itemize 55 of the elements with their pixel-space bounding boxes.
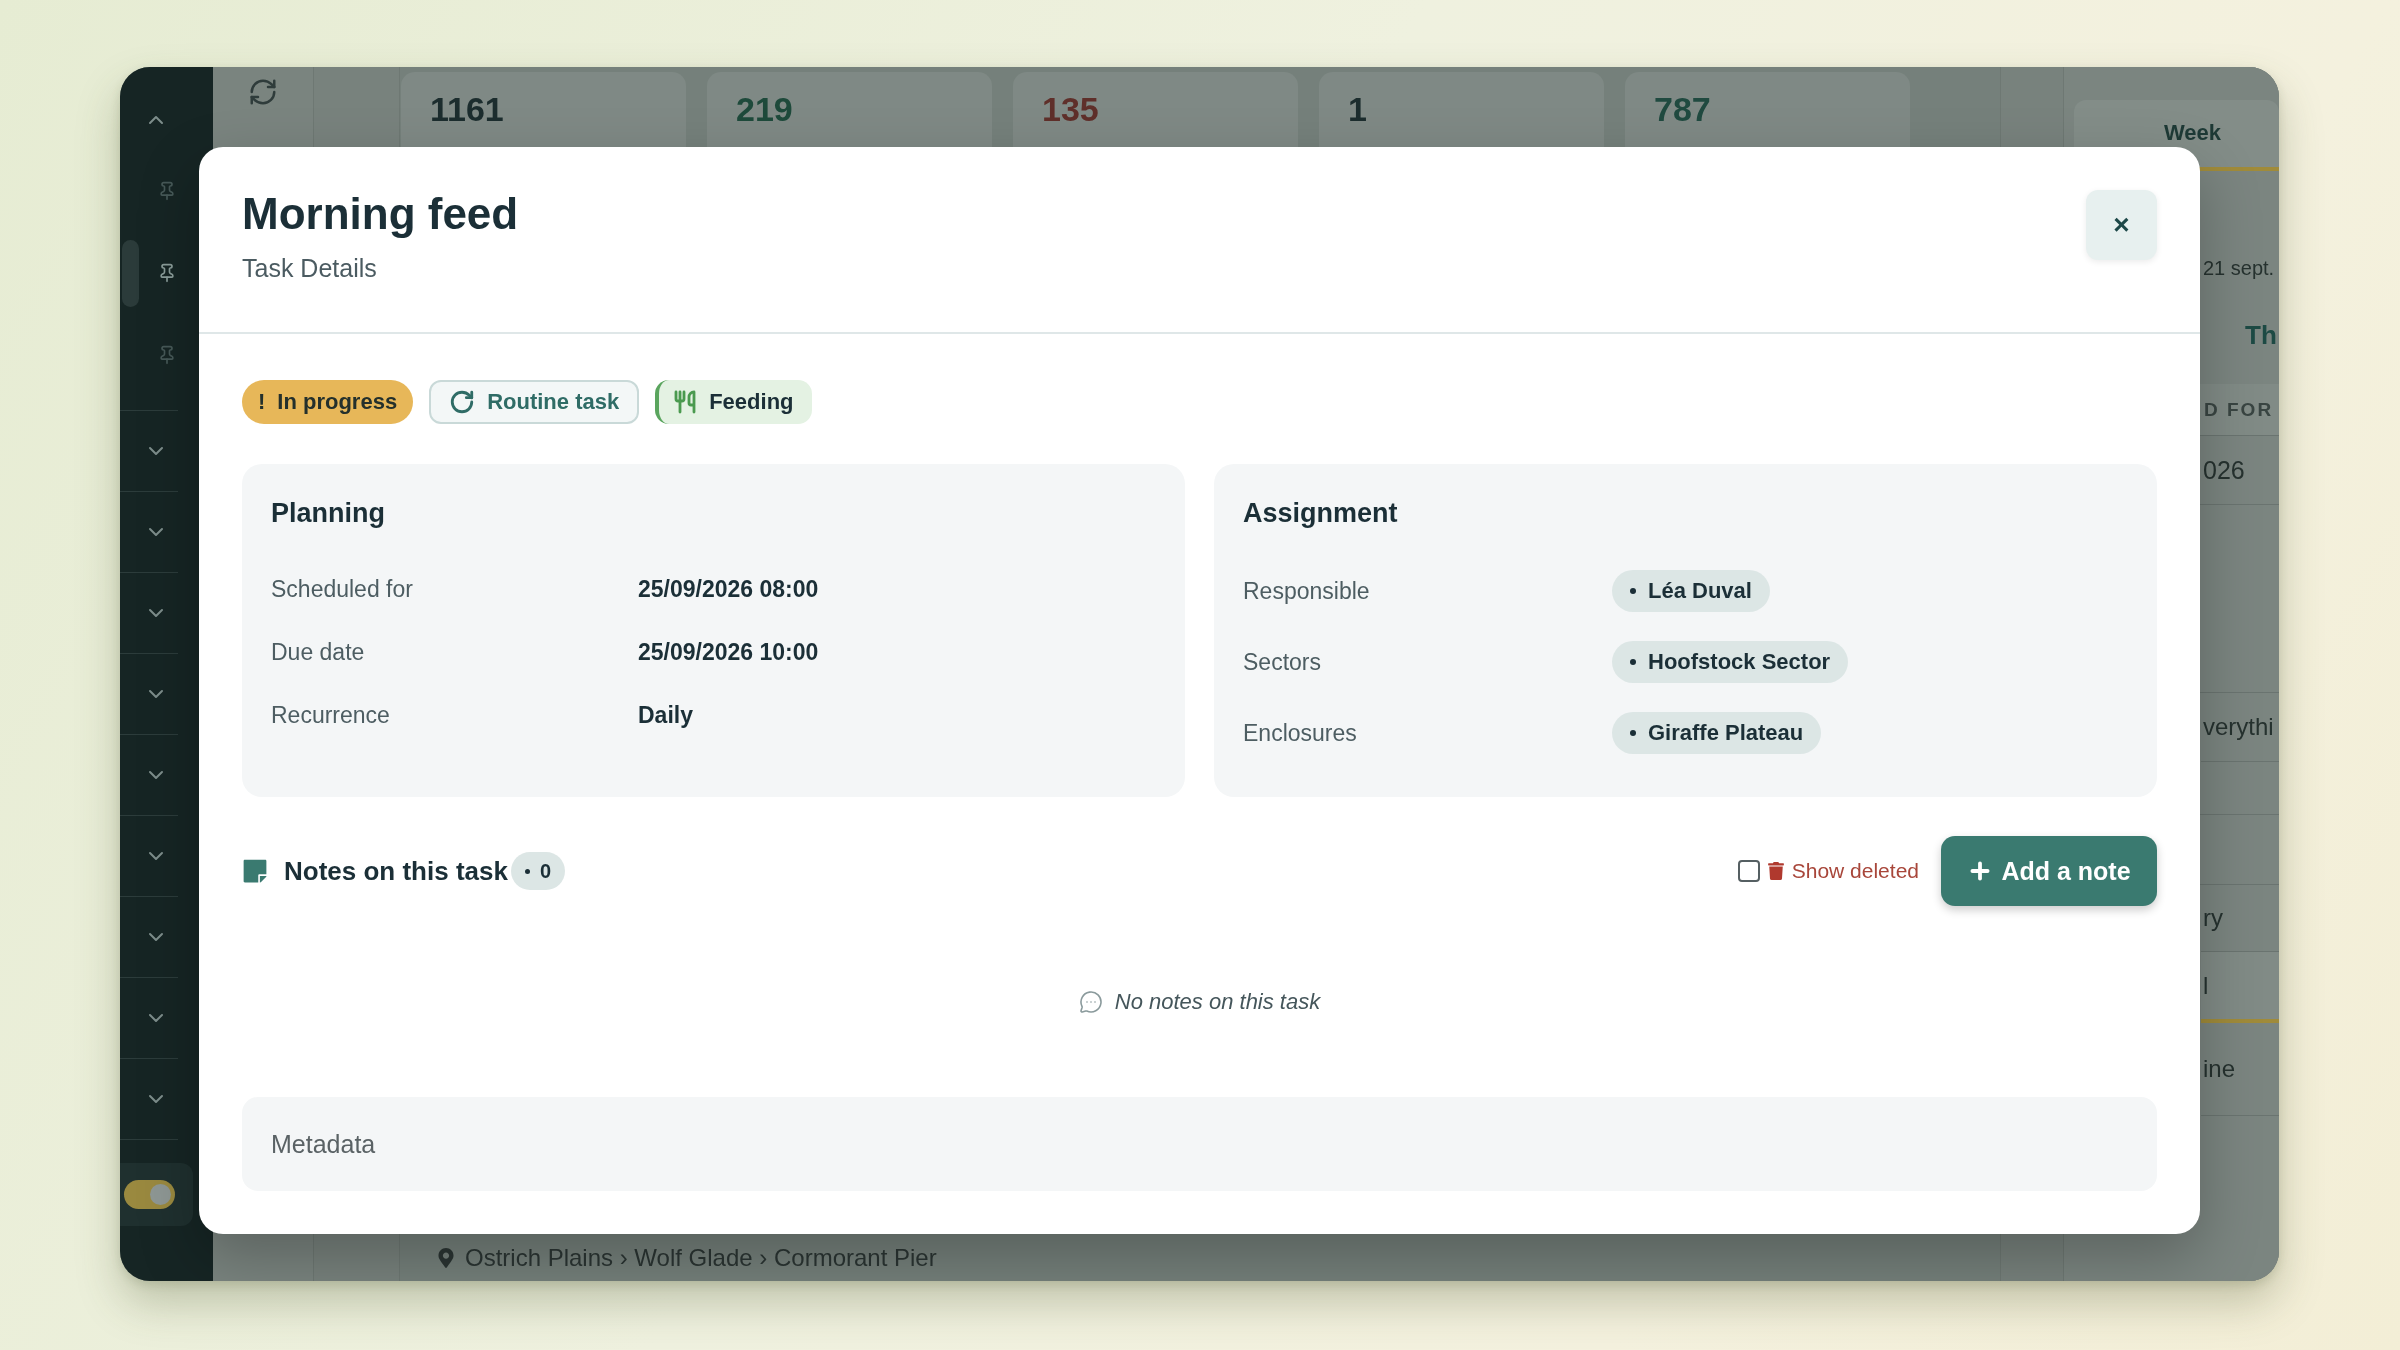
trash-icon: [1766, 862, 1785, 880]
pin-icon[interactable]: [157, 263, 177, 283]
show-deleted-checkbox[interactable]: [1737, 860, 1760, 882]
refresh-icon[interactable]: [248, 77, 278, 107]
badge-label: Routine task: [487, 389, 620, 415]
stat-value: 135: [1042, 89, 1100, 129]
field-label: Due date: [271, 638, 366, 666]
rotate-arrow-icon: [449, 389, 476, 415]
breadcrumb: Ostrich Plains › Wolf Glade › Cormorant Pier: [465, 1243, 937, 1272]
stat-value: 1: [1348, 89, 1368, 129]
tag-label: Giraffe Plateau: [1648, 720, 1804, 746]
close-button[interactable]: ×: [2086, 190, 2157, 260]
bullet-icon: [1630, 730, 1636, 736]
panel-heading: Th: [2245, 319, 2277, 351]
tag-label: Léa Duval: [1648, 578, 1752, 604]
filter-option[interactable]: ine: [2201, 1023, 2279, 1116]
filter-option[interactable]: verythi: [2201, 693, 2279, 762]
filter-option[interactable]: l: [2201, 952, 2279, 1023]
section-title: Notes on this task: [284, 855, 508, 887]
location-pin-icon: [436, 1247, 456, 1268]
selection-indicator: [122, 239, 139, 307]
chat-icon: [1078, 989, 1103, 1014]
note-icon: [242, 858, 268, 884]
field-label: Sectors: [1243, 648, 1322, 676]
badge-label: In progress: [277, 389, 398, 415]
add-note-button[interactable]: Add a note: [1941, 836, 2157, 906]
stat-value: 219: [736, 89, 794, 129]
table-cell: 026: [2203, 455, 2245, 485]
field-value: Daily: [638, 701, 694, 729]
field-label: Responsible: [1243, 577, 1371, 605]
stat-value: 1161: [430, 89, 505, 129]
bullet-icon: [1630, 588, 1636, 594]
bullet-icon: [1630, 659, 1636, 665]
status-mark: !: [258, 389, 266, 415]
dialog-title: Morning feed: [242, 188, 519, 240]
metadata-label: Metadata: [271, 1129, 376, 1159]
date-range: 21 sept.: [2203, 257, 2275, 280]
card-title: Assignment: [1243, 497, 1399, 530]
count-label: 0: [539, 859, 552, 883]
field-label: Enclosures: [1243, 719, 1358, 747]
dialog-subtitle: Task Details: [242, 253, 378, 283]
field-value: 25/09/2026 08:00: [638, 575, 820, 603]
field-label: Recurrence: [271, 701, 391, 729]
card-title: Planning: [271, 497, 386, 530]
badge-label: Feeding: [709, 389, 794, 415]
bullet-icon: [524, 868, 530, 874]
field-value: 25/09/2026 10:00: [638, 638, 820, 666]
fork-knife-icon: [673, 390, 698, 414]
field-label: Scheduled for: [271, 575, 414, 603]
column-header: D FOR: [2204, 398, 2274, 421]
empty-message: No notes on this task: [1114, 988, 1321, 1015]
tag-label: Hoofstock Sector: [1648, 649, 1831, 675]
show-deleted-label[interactable]: Show deleted: [1791, 859, 1919, 883]
stat-value: 787: [1654, 89, 1712, 129]
toggle-switch[interactable]: [124, 1180, 175, 1209]
